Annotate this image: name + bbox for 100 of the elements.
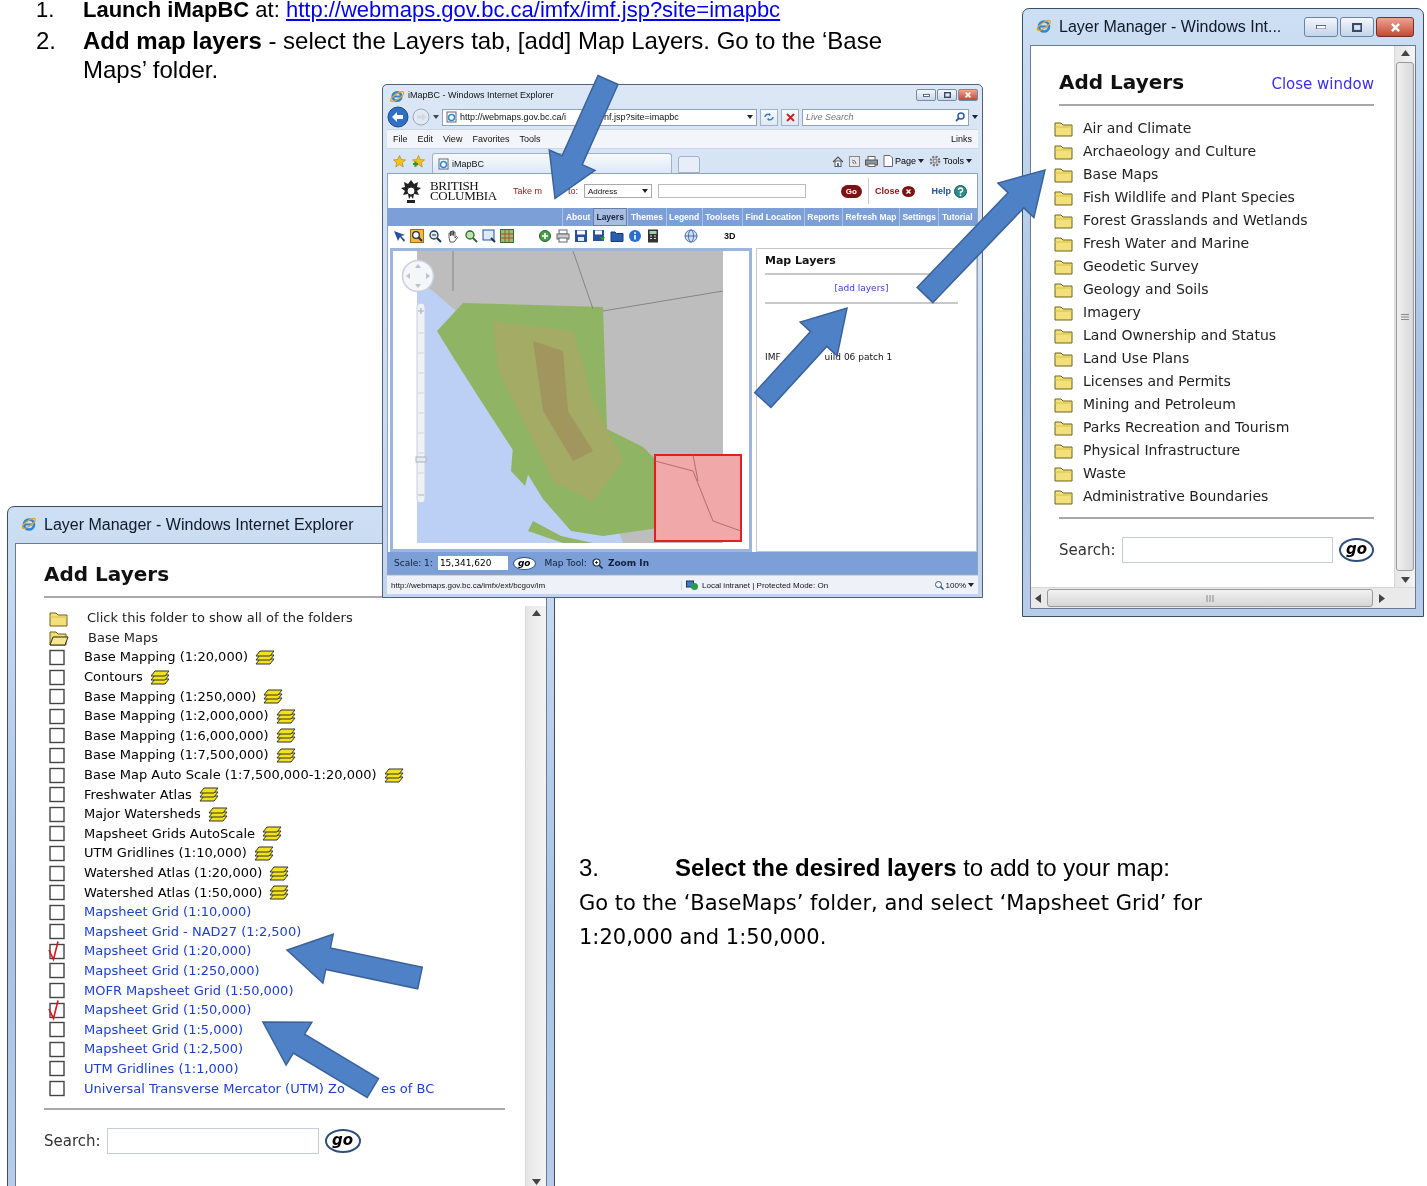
links-button[interactable]: Links	[951, 134, 972, 144]
zoom-out-icon[interactable]	[428, 229, 442, 243]
vertical-scrollbar[interactable]	[1394, 46, 1415, 587]
refresh-button[interactable]	[760, 108, 778, 126]
go-button[interactable]: Go	[840, 184, 862, 198]
select-icon[interactable]	[392, 229, 406, 243]
folder-name[interactable]: Geology and Soils	[1083, 280, 1209, 297]
go-button[interactable]: go	[324, 1128, 361, 1153]
checkbox[interactable]	[49, 921, 65, 942]
menu-item[interactable]: File	[393, 134, 408, 144]
feed-icon[interactable]	[848, 155, 860, 167]
home-icon[interactable]	[831, 155, 844, 167]
caret-icon[interactable]	[747, 115, 753, 119]
save-icon[interactable]	[574, 229, 588, 243]
close-window-link[interactable]: Close window	[1271, 75, 1374, 93]
3d-view-button[interactable]: 3D	[724, 231, 736, 241]
location-dropdown[interactable]: Address	[583, 184, 652, 198]
search-icon[interactable]	[955, 112, 965, 122]
address-field[interactable]: http://webmaps.gov.bc.ca/i nf.jsp?site=imapbc	[442, 108, 757, 126]
folder-name[interactable]: Waste	[1083, 464, 1126, 481]
go-button[interactable]: go	[1339, 538, 1374, 562]
favorites-star-icon[interactable]	[393, 154, 406, 168]
layer-name[interactable]: Mapsheet Grid (1:20,000)	[84, 943, 252, 959]
vertical-scrollbar[interactable]	[525, 606, 546, 1186]
layer-name[interactable]: Watershed Atlas (1:50,000)	[84, 884, 263, 900]
command-button[interactable]: Tools	[929, 155, 972, 167]
close-button[interactable]	[958, 89, 978, 101]
minimize-button[interactable]	[1304, 17, 1338, 37]
search-field[interactable]: Live Search	[802, 108, 969, 126]
folder-name[interactable]: Archaeology and Culture	[1083, 142, 1257, 159]
maximize-button[interactable]	[937, 89, 957, 101]
url-link[interactable]: http://webmaps.gov.bc.ca/imfx/imf.jsp?site=imapbc	[285, 0, 781, 22]
layer-name[interactable]: Watershed Atlas (1:20,000)	[84, 865, 263, 880]
go-button[interactable]: go	[512, 556, 536, 570]
search-field[interactable]	[106, 1127, 319, 1154]
layer-name[interactable]: Mapsheet Grid (1:250,000)	[84, 963, 260, 978]
layer-name[interactable]: Base Mapping (1:2,000,000)	[84, 708, 269, 724]
folder-icon[interactable]	[610, 229, 624, 243]
folder-name[interactable]: Administrative Boundaries	[1083, 487, 1269, 504]
layer-name[interactable]: Mapsheet Grid (1:10,000)	[84, 904, 252, 920]
printer-icon[interactable]	[864, 155, 878, 167]
folder-name[interactable]: Imagery	[1083, 303, 1141, 320]
zoom-box-icon[interactable]	[482, 229, 496, 243]
maximize-button[interactable]	[1340, 17, 1374, 37]
folder-name[interactable]: Physical Infrastructure	[1083, 441, 1241, 458]
calculator-icon[interactable]	[646, 229, 660, 243]
layer-name[interactable]: Base Mapping (1:20,000)	[84, 649, 248, 665]
add-favorite-icon[interactable]	[412, 154, 426, 168]
layer-name[interactable]: Base Mapping (1:7,500,000)	[84, 747, 269, 763]
close-button[interactable]	[1376, 17, 1414, 37]
open-folder-icon[interactable]	[49, 628, 69, 647]
layer-name[interactable]: UTM Gridlines (1:1,000)	[84, 1060, 239, 1076]
zoom-in-icon[interactable]	[410, 229, 424, 243]
hand-icon[interactable]	[446, 229, 460, 243]
checkbox[interactable]	[49, 647, 65, 667]
checkbox[interactable]	[49, 940, 65, 961]
folder-name[interactable]: Licenses and Permits	[1083, 372, 1231, 389]
folder-name[interactable]: Land Use Plans	[1083, 349, 1190, 366]
location-field[interactable]	[657, 184, 806, 198]
zoom-extent-icon[interactable]	[464, 229, 478, 243]
close-button[interactable]: Close	[874, 185, 916, 197]
folder-name[interactable]: Click this folder to show all of the folders	[87, 610, 353, 626]
caret-icon[interactable]	[433, 115, 439, 119]
layer-name[interactable]: Universal Transverse Mercator (UTM) Zo	[84, 1080, 345, 1096]
checkbox[interactable]	[49, 1078, 65, 1099]
search-field[interactable]	[1121, 537, 1333, 563]
stop-button[interactable]	[781, 108, 799, 126]
caret-icon[interactable]	[968, 583, 974, 587]
folder-name[interactable]: Base Maps	[88, 629, 158, 645]
layer-name[interactable]: Base Map Auto Scale (1:7,500,000-1:20,000)	[84, 767, 377, 783]
help-button[interactable]: Help	[931, 184, 967, 198]
folder-name[interactable]: Air and Climate	[1083, 119, 1192, 136]
scale-field[interactable]: 15,341,620	[437, 556, 508, 570]
checkbox[interactable]	[49, 980, 65, 1001]
checkbox[interactable]	[49, 725, 65, 746]
printer-icon[interactable]	[556, 229, 570, 243]
layer-name[interactable]: Contours	[84, 669, 143, 685]
globe-plus-icon[interactable]	[538, 229, 552, 243]
layer-name[interactable]: Mapsheet Grids AutoScale	[84, 825, 256, 841]
checkbox[interactable]	[49, 823, 65, 844]
checkbox[interactable]	[49, 1058, 65, 1079]
folder-name[interactable]: Base Maps	[1083, 165, 1159, 182]
info-icon[interactable]	[628, 229, 642, 243]
grid-icon[interactable]	[500, 229, 514, 243]
layer-name[interactable]: Base Mapping (1:250,000)	[84, 688, 257, 704]
back-button[interactable]	[387, 106, 409, 128]
layer-name[interactable]: MOFR Mapsheet Grid (1:50,000)	[84, 982, 294, 998]
caret-icon[interactable]	[972, 115, 978, 119]
menu-item[interactable]: Tools	[519, 134, 541, 144]
minimize-button[interactable]	[916, 89, 936, 101]
layer-name[interactable]: Mapsheet Grid - NAD27 (1:2,500)	[84, 923, 302, 939]
folder-name[interactable]: Land Ownership and Status	[1083, 326, 1277, 343]
checkbox[interactable]	[49, 686, 65, 707]
checkbox[interactable]	[49, 999, 65, 1020]
checkbox[interactable]	[49, 784, 65, 805]
layer-name[interactable]: Major Watersheds	[84, 806, 201, 822]
globe-icon[interactable]	[684, 229, 698, 243]
folder-name[interactable]: Geodetic Survey	[1083, 257, 1199, 274]
horizontal-scrollbar[interactable]	[1031, 587, 1415, 608]
folder-name[interactable]: Mining and Petroleum	[1083, 395, 1236, 412]
